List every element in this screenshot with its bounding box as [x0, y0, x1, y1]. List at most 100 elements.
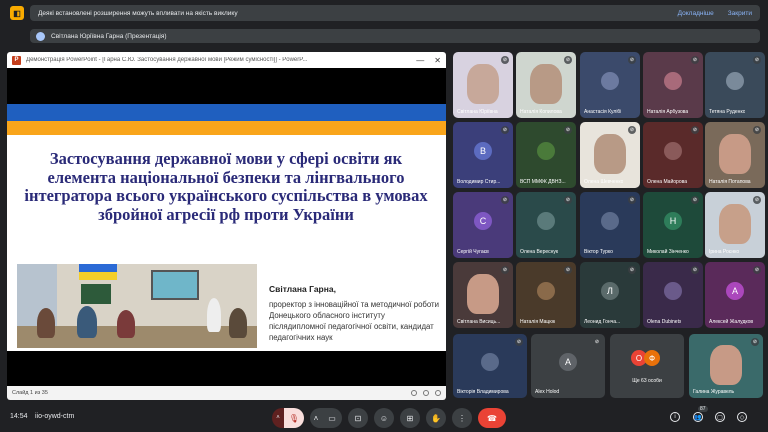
avatar [601, 72, 619, 91]
participant-name: Наталія Арбузова [647, 109, 689, 115]
participant-name: Олена Вереснук [520, 249, 559, 255]
view-icon [423, 390, 429, 396]
participant-tile[interactable]: ⊘ Світлана Висиць... [453, 262, 513, 328]
mic-off-icon: ⊘ [564, 196, 572, 204]
participant-tile[interactable]: А ⊘ Алексей Жалудков [705, 262, 765, 328]
participant-video [594, 133, 626, 174]
avatar [726, 72, 744, 91]
flag-stripe-blue [7, 104, 446, 121]
participant-video [710, 344, 742, 385]
participant-name: Наталія Потапова [709, 179, 751, 185]
participant-tile[interactable]: О Ф Ще 63 особи [610, 334, 684, 398]
mic-off-icon: ⊘ [564, 266, 572, 274]
mic-off-icon: ⊘ [501, 266, 509, 274]
speaker-name: Світлана Гарна, [269, 284, 336, 294]
emoji-icon[interactable]: ☺ [374, 408, 394, 428]
participant-tile[interactable]: ⊘ Тетяна Руденко [705, 52, 765, 118]
participant-tile[interactable]: ⊘ ВСП ММФК ДВНЗ... [516, 122, 576, 188]
details-link[interactable]: Докладніше [678, 10, 714, 17]
warning-message: Деякі встановлені розширення можуть впли… [38, 9, 238, 17]
participant-name: Olena Dubinets [647, 319, 682, 325]
participant-tile[interactable]: ⊘ Галина Журавель [689, 334, 763, 398]
warning-bar: Деякі встановлені розширення можуть впли… [30, 5, 760, 21]
avatar [601, 212, 619, 231]
meet-logo-icon: ◧ [10, 6, 24, 20]
slide-heading: Застосування державної мови у сфері осві… [24, 149, 428, 224]
presenter-label-bar[interactable]: Світлана Юріївна Гарна (Презентація) [30, 29, 760, 43]
mic-options-button[interactable]: ˄ [272, 408, 284, 428]
avatar [537, 212, 555, 231]
shared-screen: P Демонстрація PowerPoint - [Гарна С.Ю. … [7, 52, 446, 400]
chat-icon[interactable]: ▢ [715, 412, 725, 422]
avatar [481, 353, 499, 372]
camera-options-button[interactable]: ˄ [310, 408, 322, 428]
mic-off-icon: ⊘ [753, 126, 761, 134]
participant-tile[interactable]: Н ⊘ Миколай Зінченко [643, 192, 703, 258]
more-participants-avatars: ОФ [631, 350, 660, 367]
raise-hand-icon[interactable]: ✋ [426, 408, 446, 428]
ppt-status-bar: Слайд 1 из 35 [7, 386, 446, 400]
close-icon: ✕ [434, 55, 441, 65]
more-options-icon[interactable]: ⋮ [452, 408, 472, 428]
participant-tile[interactable]: A ⊘ Alex Holod [531, 334, 605, 398]
meet-window: ◧ Деякі встановлені розширення можуть вп… [0, 0, 768, 432]
participant-video [467, 273, 499, 314]
mic-off-icon: ⊘ [753, 266, 761, 274]
participant-tile[interactable]: ⊘ Наталія Потапова [705, 122, 765, 188]
view-icon [435, 390, 441, 396]
participant-tile[interactable]: В ⊘ Володимир Стир... [453, 122, 513, 188]
speaker-role: проректор з інноваційної та методичної р… [269, 300, 439, 342]
captions-icon[interactable]: ⊡ [348, 408, 368, 428]
mic-off-icon: ⊘ [753, 196, 761, 204]
info-icon[interactable]: i [670, 412, 680, 422]
participant-name: Анастасія Кулібі [584, 109, 622, 115]
participant-name: Ще 63 особи [632, 378, 662, 384]
mic-off-icon: ⊘ [628, 266, 636, 274]
close-banner-link[interactable]: Закрити [728, 10, 752, 17]
call-controls: ˄ 🎙 ˄ ▭ ⊡ ☺ ⊞ ✋ ⋮ ☎ [272, 408, 512, 428]
participant-tile[interactable]: ⊘ Olena Dubinets [643, 262, 703, 328]
people-icon[interactable]: 👥 [693, 412, 703, 422]
participant-tile[interactable]: ⊘ Світлана Юріївна [453, 52, 513, 118]
mic-off-icon[interactable]: 🎙 [284, 408, 304, 428]
mic-off-icon: ⊘ [691, 196, 699, 204]
participant-tile[interactable]: С ⊘ Сергій Чугаєв [453, 192, 513, 258]
mic-off-icon: ⊘ [515, 338, 523, 346]
camera-icon[interactable]: ▭ [322, 408, 342, 428]
avatar [537, 282, 555, 301]
participant-name: Галина Журавель [693, 389, 735, 395]
participant-tile[interactable]: ⊘ Вікторія Владимирова [453, 334, 527, 398]
avatar: A [559, 353, 577, 372]
avatar [537, 142, 555, 161]
present-icon[interactable]: ⊞ [400, 408, 420, 428]
participant-name: Вікторія Владимирова [457, 389, 509, 395]
activities-icon[interactable]: ◇ [737, 412, 747, 422]
participant-tile[interactable]: ⊘ Олена Вереснук [516, 192, 576, 258]
classroom-photo [17, 264, 257, 348]
participant-tile[interactable]: ⊘ Наталія Копилова [516, 52, 576, 118]
participant-name: Ірина Роєнко [709, 249, 740, 255]
participant-video [530, 63, 562, 104]
participant-name: Леонид Гонча... [584, 319, 621, 325]
mic-off-icon: ⊘ [753, 56, 761, 64]
participant-name: Олена Майорова [647, 179, 687, 185]
participant-tile[interactable]: ⊘ Ірина Роєнко [705, 192, 765, 258]
participant-tile[interactable]: ⊘ Віктор Турко [580, 192, 640, 258]
participant-name: Наталія Копилова [520, 109, 562, 115]
participant-tile[interactable]: ⊘ Анастасія Кулібі [580, 52, 640, 118]
participant-tile[interactable]: ⊘ Наталія Мацюк [516, 262, 576, 328]
end-call-icon[interactable]: ☎ [478, 408, 506, 428]
avatar: С [474, 212, 492, 231]
bottom-bar: 14:54 iio-oywd-ctm ˄ 🎙 ˄ ▭ ⊡ ☺ ⊞ ✋ ⋮ ☎ i… [0, 404, 768, 432]
avatar [664, 282, 682, 301]
mic-off-icon: ⊘ [501, 56, 509, 64]
participant-name: Алексей Жалудков [709, 319, 754, 325]
mic-off-icon: ⊘ [628, 126, 636, 134]
slide-counter: Слайд 1 из 35 [12, 390, 48, 396]
powerpoint-icon: P [12, 55, 21, 65]
participant-tile[interactable]: ⊘ Олена Майорова [643, 122, 703, 188]
participant-tile[interactable]: Л ⊘ Леонид Гонча... [580, 262, 640, 328]
participant-tile[interactable]: ⊘ Олена Шевченко [580, 122, 640, 188]
participant-tile[interactable]: ⊘ Наталія Арбузова [643, 52, 703, 118]
participant-name: Сергій Чугаєв [457, 249, 489, 255]
